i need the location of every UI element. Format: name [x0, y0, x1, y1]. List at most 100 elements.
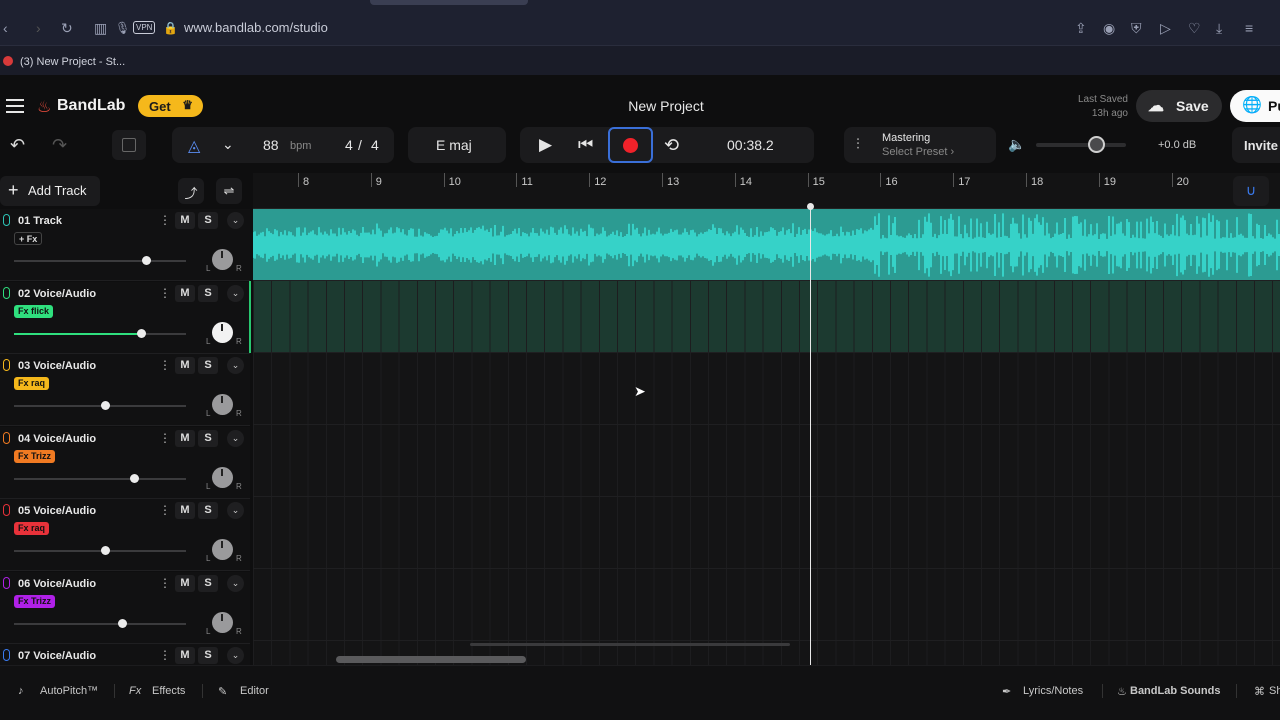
fader-thumb[interactable] [101, 401, 110, 410]
skip-back-icon[interactable]: ⏮ [578, 135, 593, 155]
chevron-down-icon[interactable]: ⌄ [227, 284, 244, 302]
metronome-button[interactable] [112, 130, 146, 160]
project-title[interactable]: New Project [560, 98, 772, 114]
invite-button[interactable]: Invite [1232, 127, 1280, 163]
track-name[interactable]: 04 Voice/Audio [18, 433, 96, 445]
time-signature-numerator[interactable]: 4 [345, 137, 353, 153]
kebab-menu-icon[interactable]: ⋮ [159, 576, 171, 590]
pan-knob[interactable] [212, 466, 233, 488]
speaker-icon[interactable]: 🔈 [1008, 136, 1025, 153]
publish-button[interactable]: 🌐 Pu [1230, 90, 1280, 122]
autopitch-button[interactable]: AutoPitch™ [40, 685, 98, 697]
bpm-value[interactable]: 88 [263, 137, 279, 153]
record-button[interactable] [608, 127, 653, 163]
menu-icon[interactable]: ≡ [1245, 20, 1253, 36]
track-volume-fader[interactable] [14, 618, 186, 628]
chevron-down-icon[interactable]: ⌄ [227, 647, 244, 664]
track-fx-badge[interactable]: Fx flick [14, 304, 54, 318]
solo-button[interactable]: S [198, 357, 218, 374]
loop-icon[interactable]: ⟲ [664, 135, 679, 156]
track-header[interactable]: 06 Voice/Audio ⋮ M S ⌄ Fx Trizz L R [0, 571, 250, 644]
get-membership-button[interactable]: Get ♛ [138, 95, 203, 117]
browser-tab[interactable]: (3) New Project - St... [20, 56, 125, 68]
track-volume-fader[interactable] [14, 328, 186, 338]
mute-button[interactable]: M [175, 212, 195, 229]
track-name[interactable]: 07 Voice/Audio [18, 650, 96, 662]
fader-thumb[interactable] [101, 546, 110, 555]
kebab-menu-icon[interactable]: ⋮ [159, 648, 171, 662]
effects-button[interactable]: Effects [152, 685, 185, 697]
track-header[interactable]: 05 Voice/Audio ⋮ M S ⌄ Fx raq L R [0, 499, 250, 571]
play-icon[interactable]: ▶ [539, 135, 552, 155]
track-fx-badge[interactable]: Fx raq [14, 377, 50, 390]
pan-knob[interactable] [212, 394, 233, 415]
mute-button[interactable]: M [175, 502, 195, 519]
pan-knob[interactable] [212, 249, 233, 270]
add-track-button[interactable]: + Add Track [0, 176, 100, 206]
chevron-down-icon[interactable]: ⌄ [227, 502, 244, 519]
track-fx-badge[interactable]: Fx Trizz [14, 449, 56, 463]
forward-icon[interactable]: › [36, 20, 41, 36]
track-name[interactable]: 01 Track [18, 215, 62, 227]
chevron-down-icon[interactable]: ⌄ [227, 574, 244, 592]
window-resize-handle[interactable] [470, 643, 790, 646]
track-fx-badge[interactable]: + Fx [14, 232, 43, 245]
solo-button[interactable]: S [198, 502, 218, 519]
kebab-menu-icon[interactable]: ⋮ [159, 286, 171, 300]
download-icon[interactable]: ⤓ [1216, 20, 1222, 36]
solo-button[interactable]: S [198, 284, 218, 302]
sidebar-panel-icon[interactable]: ▥ [94, 20, 107, 36]
track-settings-icon[interactable]: ⇌ [216, 178, 242, 204]
reload-icon[interactable]: ↻ [61, 20, 73, 36]
chevron-down-icon[interactable]: ⌄ [222, 136, 234, 153]
track-lane[interactable] [253, 425, 1280, 497]
share-icon[interactable]: ⇪ [1075, 20, 1087, 36]
mute-button[interactable]: M [175, 574, 195, 592]
pan-knob[interactable] [212, 611, 233, 633]
back-icon[interactable]: ‹ [3, 20, 8, 36]
time-signature-denominator[interactable]: 4 [371, 137, 379, 153]
track-header[interactable]: 01 Track ⋮ M S ⌄ + Fx L R [0, 209, 250, 281]
solo-button[interactable]: S [198, 574, 218, 592]
track-volume-fader[interactable] [14, 256, 186, 265]
master-volume-slider[interactable] [1036, 143, 1126, 147]
track-volume-fader[interactable] [14, 473, 186, 483]
fader-thumb[interactable] [118, 618, 127, 628]
playhead[interactable] [810, 204, 811, 667]
solo-button[interactable]: S [198, 212, 218, 229]
kebab-menu-icon[interactable]: ⋮ [159, 358, 171, 372]
track-header[interactable]: 04 Voice/Audio ⋮ M S ⌄ Fx Trizz L R [0, 426, 250, 499]
track-name[interactable]: 03 Voice/Audio [18, 360, 96, 372]
kebab-menu-icon[interactable]: ⋮ [159, 503, 171, 517]
timeline-ruler[interactable]: 8 9 10 11 12 13 14 15 16 17 18 19 20 [253, 173, 1280, 209]
hamburger-menu-icon[interactable] [6, 99, 24, 113]
track-name[interactable]: 05 Voice/Audio [18, 505, 96, 517]
vpn-badge[interactable]: VPN [133, 21, 156, 34]
track-lane[interactable] [253, 281, 1280, 353]
track-header[interactable]: 03 Voice/Audio ⋮ M S ⌄ Fx raq L R [0, 354, 250, 426]
automation-icon[interactable]: ⤴ [178, 178, 204, 204]
camera-icon[interactable]: ◉ [1103, 20, 1115, 36]
track-fx-badge[interactable]: Fx raq [14, 522, 50, 535]
track-lane[interactable] [253, 497, 1280, 569]
kebab-menu-icon[interactable]: ⋮ [159, 213, 171, 227]
track-name[interactable]: 06 Voice/Audio [18, 578, 96, 590]
save-button[interactable]: ☁ Save [1136, 90, 1222, 122]
snap-magnet-icon[interactable]: ∪ [1233, 176, 1269, 206]
mute-button[interactable]: M [175, 429, 195, 447]
editor-button[interactable]: Editor [240, 685, 269, 697]
chevron-down-icon[interactable]: ⌄ [227, 357, 244, 374]
master-volume-thumb[interactable] [1088, 136, 1105, 153]
solo-button[interactable]: S [198, 647, 218, 664]
shield-icon[interactable]: ⛨ [1131, 20, 1142, 36]
track-fx-badge[interactable]: Fx Trizz [14, 594, 56, 608]
track-header[interactable]: 02 Voice/Audio ⋮ M S ⌄ Fx flick L R [0, 281, 250, 354]
playhead-handle[interactable] [807, 203, 814, 210]
pan-knob[interactable] [212, 321, 233, 343]
track-volume-fader[interactable] [14, 401, 186, 410]
mute-button[interactable]: M [175, 284, 195, 302]
microphone-icon[interactable]: 🎙 [115, 20, 130, 36]
horizontal-scrollbar[interactable] [336, 656, 526, 663]
bandlab-logo[interactable]: BandLab [57, 97, 125, 115]
kebab-menu-icon[interactable]: ⋮ [159, 431, 171, 445]
